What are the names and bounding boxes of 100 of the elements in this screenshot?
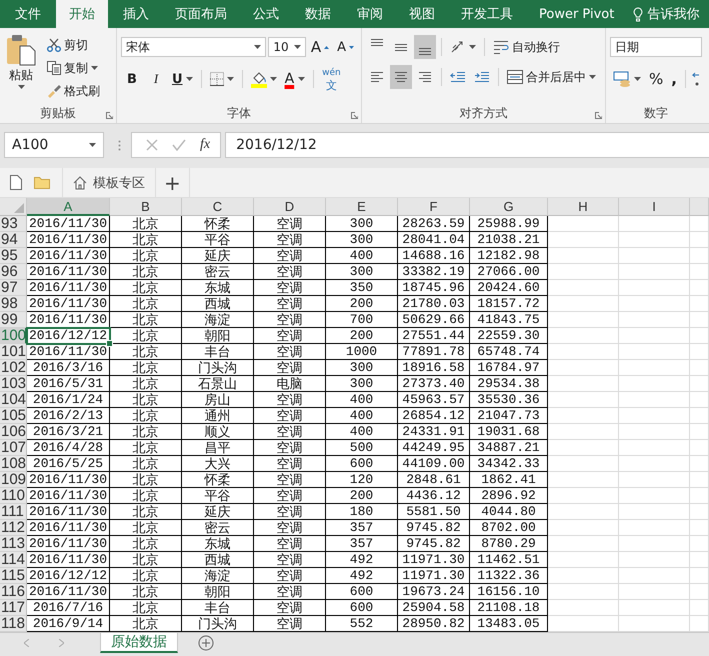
ribbon-tab[interactable]: Power Pivot (526, 0, 628, 28)
row-header[interactable]: 110 (0, 488, 27, 504)
ribbon-tab[interactable]: 插入 (110, 0, 162, 28)
font-name-dropdown[interactable]: 宋体 (121, 37, 266, 57)
column-header[interactable]: A (27, 198, 110, 216)
table-cell: 延庆 (182, 504, 254, 520)
column-header[interactable]: B (110, 198, 182, 216)
row-header[interactable]: 99 (0, 312, 27, 328)
row-header[interactable]: 111 (0, 504, 27, 520)
table-cell (619, 488, 690, 504)
row-header[interactable]: 104 (0, 392, 27, 408)
ribbon-tab[interactable]: 数据 (292, 0, 344, 28)
table-cell: 11322.36 (470, 568, 548, 584)
table-cell (690, 360, 709, 376)
table-cell[interactable]: 2016/12/12 (27, 328, 110, 344)
row-header[interactable]: 93 (0, 216, 27, 232)
table-cell: 北京 (110, 328, 182, 344)
fill-handle[interactable] (106, 340, 113, 347)
drag-handle-icon[interactable] (118, 140, 121, 150)
row-header[interactable]: 107 (0, 440, 27, 456)
cut-button[interactable]: 剪切 (44, 34, 103, 56)
table-cell: 北京 (110, 216, 182, 232)
row-header[interactable]: 114 (0, 552, 27, 568)
name-box[interactable]: A100 (4, 132, 104, 158)
row-header[interactable]: 95 (0, 248, 27, 264)
row-header[interactable]: 117 (0, 600, 27, 616)
table-cell: 东城 (182, 280, 254, 296)
table-cell: 北京 (110, 424, 182, 440)
table-cell: 空调 (254, 312, 326, 328)
merge-center-button[interactable]: 合并后居中 (504, 66, 599, 88)
dialog-launcher-icon[interactable] (106, 112, 113, 119)
row-header[interactable]: 97 (0, 280, 27, 296)
row-header[interactable]: 98 (0, 296, 27, 312)
row-header[interactable]: 94 (0, 232, 27, 248)
horizontal-align-button[interactable] (390, 65, 412, 89)
tell-me-search[interactable]: 告诉我你 (633, 0, 700, 28)
underline-button[interactable]: U (169, 68, 196, 90)
dialog-launcher-icon[interactable] (595, 112, 602, 119)
percent-button[interactable]: % (646, 68, 666, 90)
ribbon-tab[interactable]: 文件 (2, 0, 54, 28)
table-cell: 2016/7/16 (27, 600, 110, 616)
row-header[interactable]: 106 (0, 424, 27, 440)
table-cell: 20424.60 (470, 280, 548, 296)
insert-function-button[interactable]: fx (200, 137, 210, 153)
row-header[interactable]: 113 (0, 536, 27, 552)
row-header[interactable]: 116 (0, 584, 27, 600)
row-header[interactable]: 109 (0, 472, 27, 488)
increase-decimal-icon[interactable] (690, 72, 699, 86)
formula-input[interactable]: 2016/12/12 (225, 132, 709, 158)
table-cell: 空调 (254, 488, 326, 504)
column-header[interactable]: E (326, 198, 398, 216)
vertical-align-button[interactable] (414, 35, 436, 59)
dialog-launcher-icon[interactable] (351, 112, 358, 119)
check-icon[interactable] (172, 139, 186, 151)
row-header[interactable]: 108 (0, 456, 27, 472)
number-format-dropdown[interactable]: 日期 (610, 37, 702, 57)
copy-button[interactable]: 复制 (44, 57, 103, 79)
column-header[interactable]: D (254, 198, 326, 216)
row-header[interactable]: 118 (0, 616, 27, 632)
ribbon-tab[interactable]: 页面布局 (162, 0, 240, 28)
ribbon-tab[interactable]: 公式 (240, 0, 292, 28)
ribbon-tab[interactable]: 视图 (396, 0, 448, 28)
ribbon-tab[interactable]: 开始 (56, 0, 108, 28)
table-cell (690, 296, 709, 312)
format-painter-button[interactable]: 格式刷 (44, 80, 103, 102)
ribbon-tab[interactable]: 开发工具 (448, 0, 526, 28)
add-tab-button[interactable]: + (156, 168, 190, 197)
decrease-font-size-button[interactable]: A (334, 36, 357, 58)
row-header[interactable]: 101 (0, 344, 27, 360)
row-header[interactable]: 103 (0, 376, 27, 392)
new-document-icon[interactable] (10, 175, 22, 190)
row-header[interactable]: 105 (0, 408, 27, 424)
paste-button[interactable]: 粘贴 (4, 34, 38, 98)
row-header[interactable]: 100 (0, 328, 27, 344)
template-tab[interactable]: 模板专区 (63, 168, 156, 197)
phonetic-button[interactable]: wén 文 (319, 67, 344, 91)
italic-button[interactable]: I (145, 68, 167, 90)
row-header[interactable]: 102 (0, 360, 27, 376)
table-cell: 2016/11/30 (27, 248, 110, 264)
bold-button[interactable]: B (121, 68, 143, 90)
column-header[interactable]: C (182, 198, 254, 216)
increase-font-size-button[interactable]: A (308, 36, 332, 58)
table-cell: 357 (326, 536, 398, 552)
wrap-text-button[interactable]: 自动换行 (490, 36, 563, 58)
column-header[interactable]: I (619, 198, 690, 216)
table-cell (619, 408, 690, 424)
formula-value: 2016/12/12 (236, 137, 317, 153)
font-color-button[interactable]: A (282, 68, 308, 90)
column-header[interactable]: H (548, 198, 619, 216)
row-header[interactable]: 96 (0, 264, 27, 280)
table-cell: 19673.24 (398, 584, 470, 600)
row-header[interactable]: 115 (0, 568, 27, 584)
sheet-tab[interactable]: 原始数据 (100, 633, 178, 653)
column-header[interactable]: G (470, 198, 548, 216)
row-header[interactable]: 112 (0, 520, 27, 536)
font-size-dropdown[interactable]: 10 (268, 37, 306, 57)
column-header[interactable]: F (398, 198, 470, 216)
add-sheet-icon[interactable] (198, 635, 214, 651)
ribbon-tab[interactable]: 审阅 (344, 0, 396, 28)
comma-button[interactable]: , (668, 68, 680, 90)
